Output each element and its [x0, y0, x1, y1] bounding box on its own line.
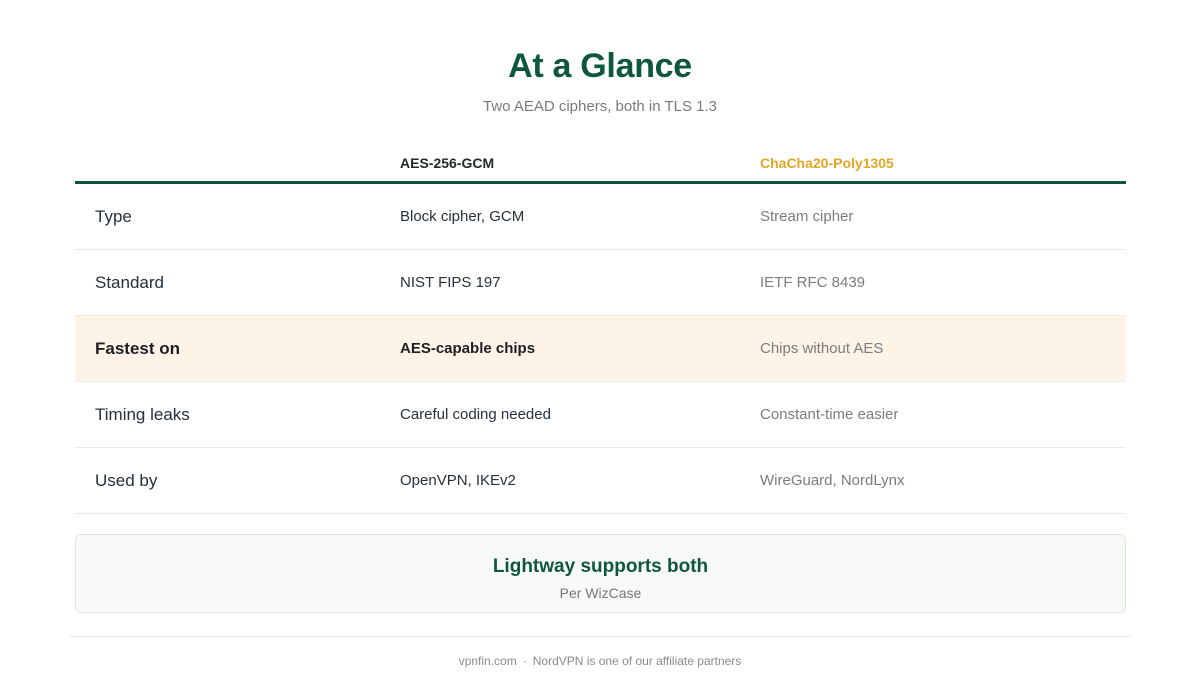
table-row-type: Type Block cipher, GCM Stream cipher [75, 184, 1126, 250]
footer-divider [70, 636, 1131, 637]
table-header: AES-256-GCM ChaCha20-Poly1305 [75, 140, 1126, 184]
column-header-chacha: ChaCha20-Poly1305 [760, 155, 894, 171]
row-label: Type [95, 207, 132, 226]
chacha-value: IETF RFC 8439 [760, 274, 866, 291]
table-row-used-by: Used by OpenVPN, IKEv2 WireGuard, NordLy… [75, 448, 1126, 514]
chacha-value: WireGuard, NordLynx [760, 472, 905, 489]
footer-separator: · [522, 654, 527, 668]
table-row-standard: Standard NIST FIPS 197 IETF RFC 8439 [75, 250, 1126, 316]
aes-value: Block cipher, GCM [400, 208, 525, 225]
page-title: At a Glance [508, 47, 692, 85]
table-row-timing-leaks: Timing leaks Careful coding needed Const… [75, 382, 1126, 448]
page-subtitle: Two AEAD ciphers, both in TLS 1.3 [482, 98, 718, 115]
row-label: Timing leaks [95, 405, 190, 424]
row-label: Fastest on [95, 339, 181, 358]
callout-title: Lightway supports both [492, 556, 709, 577]
aes-value: AES-capable chips [400, 340, 536, 357]
comparison-table: AES-256-GCM ChaCha20-Poly1305 Type Block… [75, 140, 1126, 514]
callout-box: Lightway supports both Per WizCase [75, 534, 1126, 613]
chacha-value: Chips without AES [760, 340, 884, 357]
footer: vpnfin.com · NordVPN is one of our affilia… [0, 653, 1200, 669]
chacha-value: Stream cipher [760, 208, 854, 225]
column-header-aes: AES-256-GCM [400, 155, 495, 171]
chacha-value: Constant-time easier [760, 406, 899, 423]
aes-value: OpenVPN, IKEv2 [400, 472, 516, 489]
table-row-fastest-on: Fastest on AES-capable chips Chips witho… [75, 316, 1126, 382]
row-label: Standard [95, 273, 164, 292]
callout-source: Per WizCase [559, 585, 642, 601]
footer-site-link[interactable]: vpnfin.com [459, 654, 517, 668]
footer-disclosure: NordVPN is one of our affiliate partners [532, 654, 742, 668]
aes-value: NIST FIPS 197 [400, 274, 501, 291]
row-label: Used by [95, 471, 158, 490]
aes-value: Careful coding needed [400, 406, 551, 423]
